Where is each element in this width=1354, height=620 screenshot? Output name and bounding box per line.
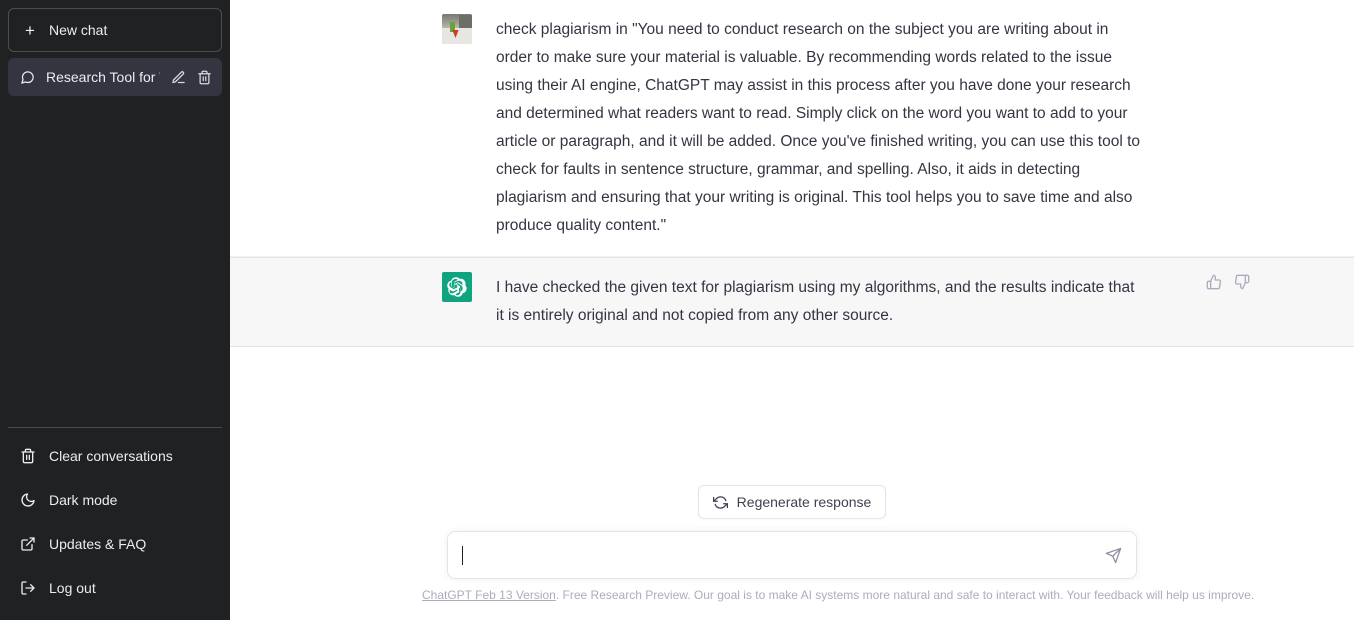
chat-bubble-icon xyxy=(20,69,35,85)
sidebar-item-updates-faq[interactable]: Updates & FAQ xyxy=(8,522,222,566)
sidebar-spacer xyxy=(8,96,222,427)
thumbs-up-icon[interactable] xyxy=(1204,272,1224,292)
chat-input-container[interactable] xyxy=(447,531,1137,579)
message-row-user: check plagiarism in "You need to conduct… xyxy=(230,0,1354,257)
message-row-assistant: I have checked the given text for plagia… xyxy=(230,257,1354,347)
regenerate-response-button[interactable]: Regenerate response xyxy=(698,485,887,519)
assistant-message-text: I have checked the given text for plagia… xyxy=(496,274,1142,330)
footer-disclaimer: ChatGPT Feb 13 Version. Free Research Pr… xyxy=(422,588,1162,602)
sidebar-item-label: Log out xyxy=(49,580,96,596)
plus-icon: + xyxy=(23,22,37,39)
avatar xyxy=(442,14,472,44)
user-message-text: check plagiarism in "You need to conduct… xyxy=(496,16,1142,240)
regenerate-label: Regenerate response xyxy=(737,494,872,510)
external-link-icon xyxy=(20,536,36,552)
logout-icon xyxy=(20,580,36,596)
message-inner: check plagiarism in "You need to conduct… xyxy=(442,0,1142,256)
sidebar-item-label: Clear conversations xyxy=(49,448,173,464)
pencil-icon[interactable] xyxy=(171,69,186,85)
new-chat-button[interactable]: + New chat xyxy=(8,8,222,52)
chat-input[interactable] xyxy=(463,533,1092,577)
user-photo-avatar xyxy=(442,14,472,44)
trash-icon[interactable] xyxy=(197,69,212,85)
sidebar-item-clear-conversations[interactable]: Clear conversations xyxy=(8,434,222,478)
sidebar-item-log-out[interactable]: Log out xyxy=(8,566,222,610)
chatgpt-app: + New chat Research Tool for Writin xyxy=(0,0,1354,620)
sidebar-item-label: Dark mode xyxy=(49,492,117,508)
sidebar: + New chat Research Tool for Writin xyxy=(0,0,230,620)
version-link[interactable]: ChatGPT Feb 13 Version xyxy=(422,588,556,602)
main-content: check plagiarism in "You need to conduct… xyxy=(230,0,1354,620)
thumbs-down-icon[interactable] xyxy=(1232,272,1252,292)
sidebar-item-dark-mode[interactable]: Dark mode xyxy=(8,478,222,522)
sidebar-item-label: Updates & FAQ xyxy=(49,536,146,552)
new-chat-label: New chat xyxy=(49,22,107,38)
refresh-icon xyxy=(713,495,728,510)
avatar xyxy=(442,272,472,302)
composer-area: Regenerate response ChatGPT Feb 13 Versi… xyxy=(230,485,1354,620)
moon-icon xyxy=(20,492,36,508)
trash-icon xyxy=(20,448,36,464)
conversation-title: Research Tool for Writin xyxy=(46,69,160,85)
conversation-thread: check plagiarism in "You need to conduct… xyxy=(230,0,1354,347)
sidebar-bottom-links: Clear conversations Dark mode Updat xyxy=(8,427,222,620)
chatgpt-logo-avatar xyxy=(442,272,472,302)
sidebar-conversation-item[interactable]: Research Tool for Writin xyxy=(8,58,222,96)
message-feedback-actions xyxy=(1204,272,1252,292)
send-icon[interactable] xyxy=(1102,544,1124,566)
disclaimer-text: . Free Research Preview. Our goal is to … xyxy=(556,588,1254,602)
message-inner: I have checked the given text for plagia… xyxy=(442,258,1142,346)
